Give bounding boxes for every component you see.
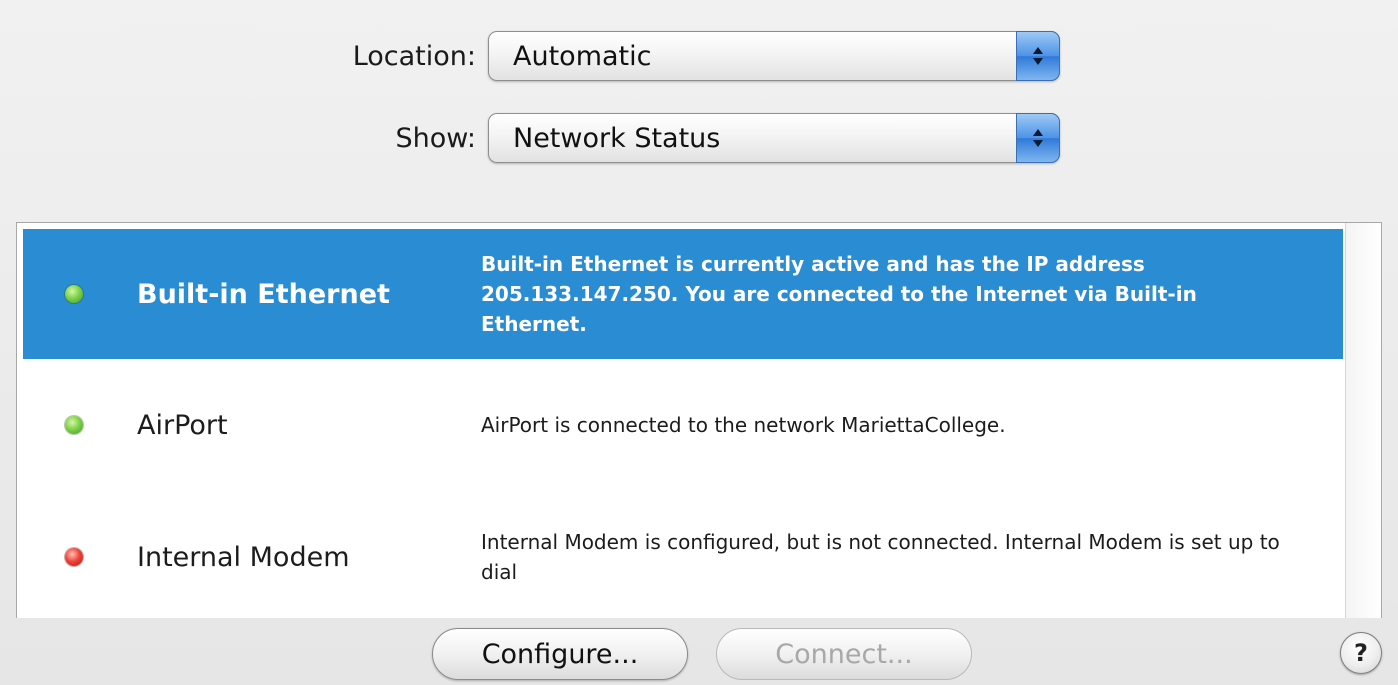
status-green-icon xyxy=(65,416,83,434)
network-status-list: Built-in Ethernet Built-in Ethernet is c… xyxy=(16,222,1382,618)
network-preferences-window: Location: Automatic Show: Network Status… xyxy=(0,0,1398,685)
service-description: Internal Modem is configured, but is not… xyxy=(481,530,1280,584)
show-label: Show: xyxy=(395,122,476,154)
configure-button[interactable]: Configure... xyxy=(432,628,688,680)
service-description: AirPort is connected to the network Mari… xyxy=(481,413,1006,437)
show-popup[interactable]: Network Status xyxy=(488,113,1060,163)
help-icon[interactable]: ? xyxy=(1340,632,1382,674)
up-down-arrows-icon xyxy=(1016,31,1060,81)
service-row-internal-modem[interactable]: Internal Modem Internal Modem is configu… xyxy=(23,491,1343,618)
list-scrollbar[interactable] xyxy=(1345,223,1381,618)
location-row: Location: Automatic xyxy=(0,28,1100,84)
show-value: Network Status xyxy=(513,122,721,154)
service-row-built-in-ethernet[interactable]: Built-in Ethernet Built-in Ethernet is c… xyxy=(23,229,1343,359)
service-name: Internal Modem xyxy=(137,541,350,573)
service-name: Built-in Ethernet xyxy=(137,278,390,310)
service-description: Built-in Ethernet is currently active an… xyxy=(481,252,1197,336)
location-value: Automatic xyxy=(513,40,652,72)
status-green-icon xyxy=(65,285,83,303)
show-row: Show: Network Status xyxy=(0,110,1100,166)
location-label: Location: xyxy=(352,40,476,72)
connect-button[interactable]: Connect... xyxy=(716,628,972,680)
location-popup[interactable]: Automatic xyxy=(488,31,1060,81)
network-status-rows: Built-in Ethernet Built-in Ethernet is c… xyxy=(23,229,1343,618)
up-down-arrows-icon xyxy=(1016,113,1060,163)
service-name: AirPort xyxy=(137,409,228,441)
service-row-airport[interactable]: AirPort AirPort is connected to the netw… xyxy=(23,359,1343,491)
status-red-icon xyxy=(65,548,83,566)
